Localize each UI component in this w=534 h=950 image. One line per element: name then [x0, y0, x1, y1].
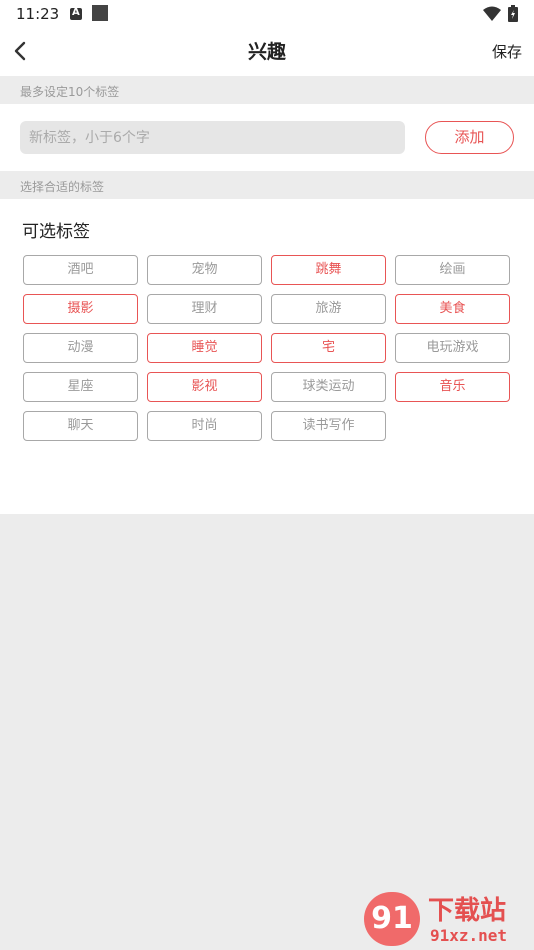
tag-chip[interactable]: 星座	[23, 372, 138, 402]
page-title: 兴趣	[247, 41, 286, 63]
tag-chip[interactable]: 摄影	[23, 294, 138, 324]
tag-chip[interactable]: 睡觉	[147, 333, 262, 363]
battery-icon	[508, 5, 518, 22]
tag-chip[interactable]: 宠物	[147, 255, 262, 285]
tag-chip[interactable]: 绘画	[395, 255, 510, 285]
tag-chip[interactable]: 宅	[271, 333, 386, 363]
max-tags-hint-text: 最多设定10个标签	[20, 85, 120, 99]
tag-chip[interactable]: 美食	[395, 294, 510, 324]
tag-chip[interactable]: 音乐	[395, 372, 510, 402]
notification-a-icon	[70, 7, 82, 20]
watermark-url: 91xz.net	[430, 926, 508, 945]
choose-tags-hint-text: 选择合适的标签	[20, 180, 105, 194]
status-bar: 11:23	[0, 0, 534, 28]
watermark-logo: 91 下载站 91xz.net	[360, 888, 534, 950]
app-header: 兴趣 保存	[0, 28, 534, 76]
tag-chip[interactable]: 时尚	[147, 411, 262, 441]
max-tags-hint: 最多设定10个标签	[0, 76, 534, 104]
choose-tags-hint: 选择合适的标签	[0, 171, 534, 199]
add-tag-button[interactable]: 添加	[425, 121, 514, 154]
tag-chip[interactable]: 酒吧	[23, 255, 138, 285]
tag-chip[interactable]: 聊天	[23, 411, 138, 441]
tag-chip[interactable]: 球类运动	[271, 372, 386, 402]
tag-chip[interactable]: 理财	[147, 294, 262, 324]
status-time: 11:23	[16, 5, 60, 23]
tag-chip[interactable]: 电玩游戏	[395, 333, 510, 363]
tags-panel: 可选标签 酒吧 宠物 跳舞 绘画摄影 理财 旅游 美食动漫 睡觉宅电玩游戏星座 影视 球类运动 音乐…	[0, 199, 534, 514]
watermark-badge: 91	[364, 892, 420, 946]
new-tag-input[interactable]	[20, 121, 405, 154]
tag-chip[interactable]: 读书写作	[271, 411, 386, 441]
tag-chip[interactable]: 影视	[147, 372, 262, 402]
new-tag-panel: 添加	[0, 104, 534, 171]
tag-chip[interactable]: 跳舞	[271, 255, 386, 285]
tag-chip[interactable]: 旅游	[271, 294, 386, 324]
wifi-icon	[483, 6, 501, 21]
tags-section-title: 可选标签	[22, 222, 90, 242]
tag-chip[interactable]: 动漫	[23, 333, 138, 363]
app-square-icon	[92, 5, 108, 21]
save-button[interactable]: 保存	[492, 41, 522, 62]
watermark-title: 下载站	[428, 896, 507, 926]
